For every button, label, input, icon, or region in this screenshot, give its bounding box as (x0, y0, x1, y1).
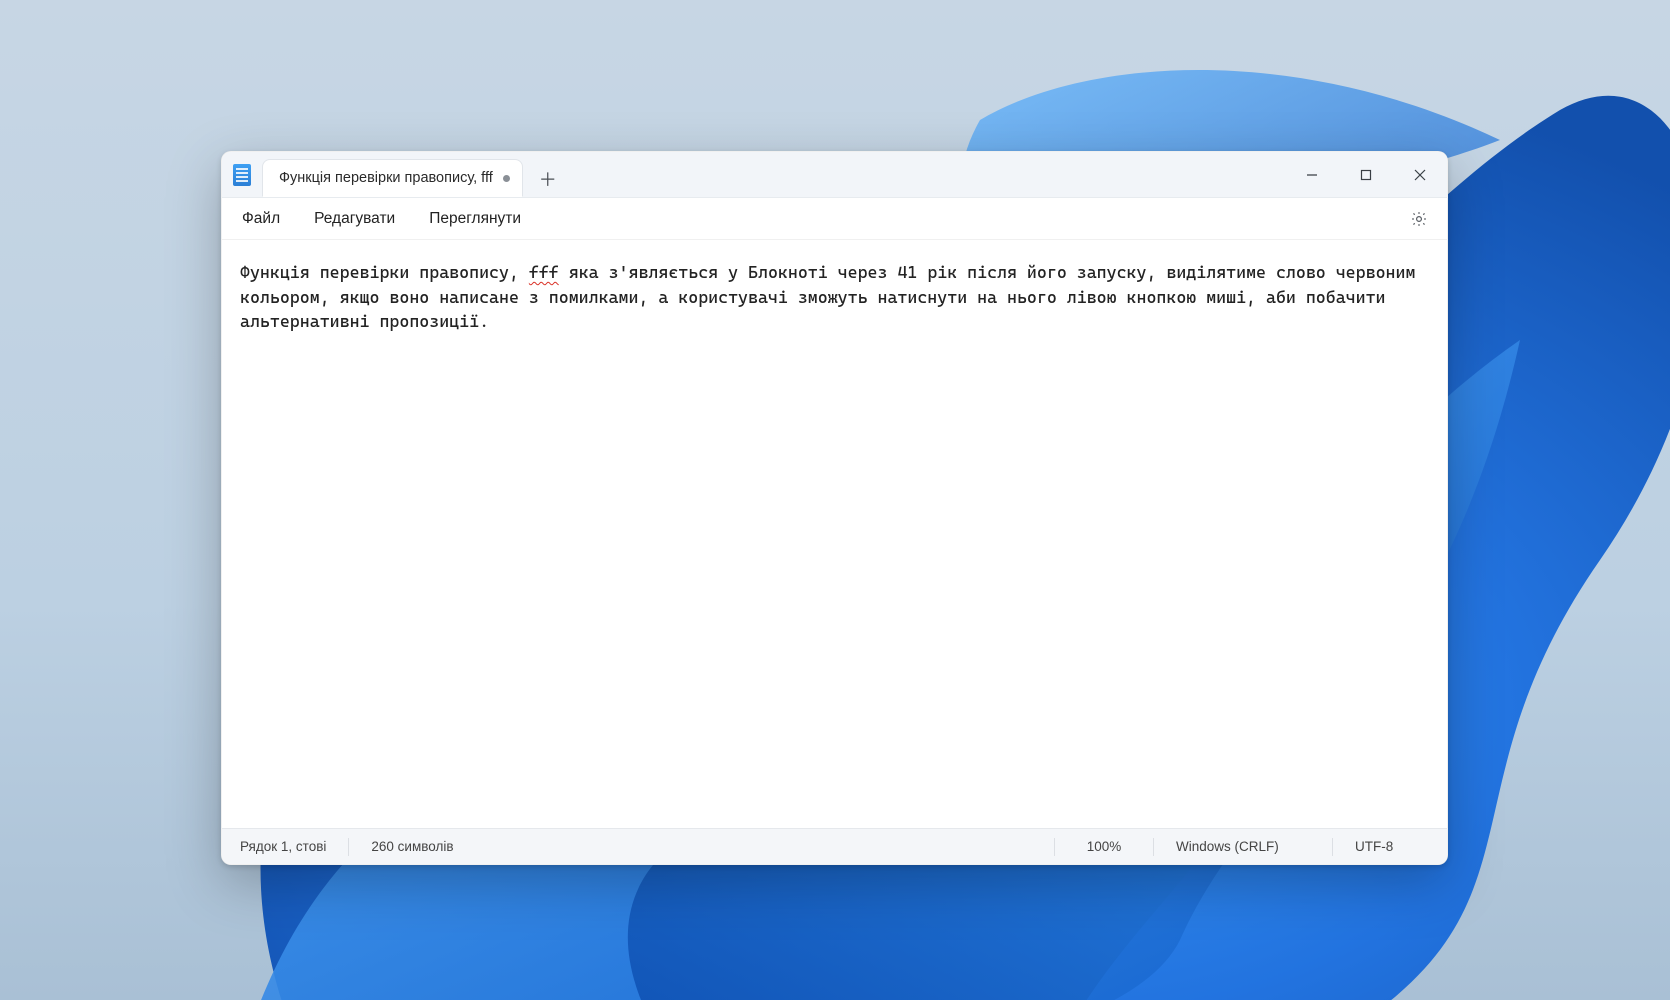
status-encoding[interactable]: UTF-8 (1347, 839, 1437, 854)
editor-text-before: Функція перевірки правопису, (240, 262, 529, 282)
gear-icon (1410, 210, 1428, 228)
plus-icon: ＋ (539, 171, 557, 189)
tab-strip: Функція перевірки правопису, fff ＋ (262, 152, 565, 197)
text-editor[interactable]: Функція перевірки правопису, fff яка з'я… (222, 240, 1447, 828)
status-zoom[interactable]: 100% (1069, 839, 1139, 854)
tab-title: Функція перевірки правопису, fff (279, 170, 493, 186)
notepad-window: Функція перевірки правопису, fff ＋ Файл … (221, 151, 1448, 865)
menu-file[interactable]: Файл (226, 204, 296, 234)
menu-bar: Файл Редагувати Переглянути (222, 198, 1447, 240)
titlebar[interactable]: Функція перевірки правопису, fff ＋ (222, 152, 1447, 198)
menu-view[interactable]: Переглянути (413, 204, 537, 234)
new-tab-button[interactable]: ＋ (531, 163, 565, 197)
status-char-count[interactable]: 260 символів (363, 839, 461, 854)
spelling-error-word[interactable]: fff (529, 262, 559, 282)
minimize-button[interactable] (1285, 152, 1339, 198)
status-separator (1054, 838, 1055, 856)
window-controls (1285, 152, 1447, 197)
unsaved-indicator-icon (503, 175, 510, 182)
menu-edit[interactable]: Редагувати (298, 204, 411, 234)
close-button[interactable] (1393, 152, 1447, 198)
status-cursor-position[interactable]: Рядок 1, стові (232, 839, 334, 854)
status-separator (1153, 838, 1154, 856)
notepad-app-icon (222, 152, 262, 197)
status-separator (348, 838, 349, 856)
document-tab[interactable]: Функція перевірки правопису, fff (262, 159, 523, 197)
status-line-ending[interactable]: Windows (CRLF) (1168, 839, 1318, 854)
status-bar: Рядок 1, стові 260 символів 100% Windows… (222, 828, 1447, 864)
settings-button[interactable] (1401, 201, 1437, 237)
maximize-button[interactable] (1339, 152, 1393, 198)
status-separator (1332, 838, 1333, 856)
